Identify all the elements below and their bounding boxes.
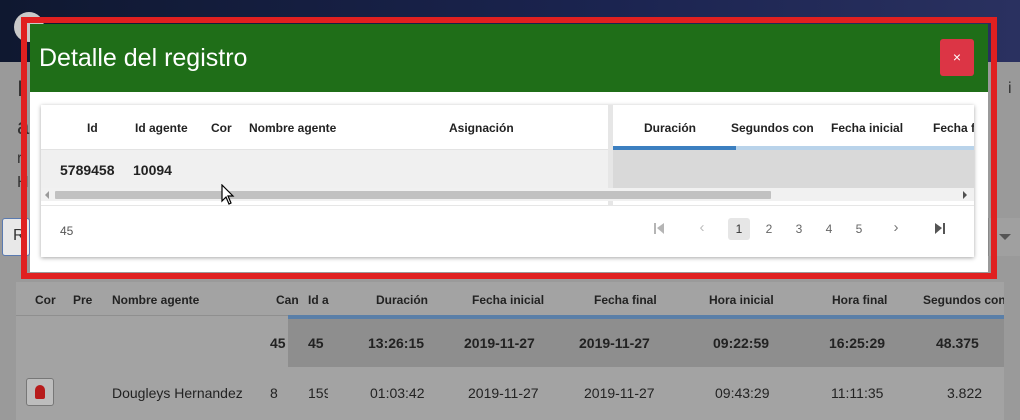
modal-title: Detalle del registro	[39, 44, 248, 72]
column-header-segundos[interactable]: Segundos cone	[731, 121, 813, 135]
column-header-fecha-inicial[interactable]: Fecha inicial	[831, 121, 911, 135]
detail-grid: Id Id agente Cor Nombre agente Asignació…	[41, 105, 974, 257]
dropdown-toggle[interactable]	[988, 218, 1020, 256]
page-button-5[interactable]: 5	[848, 218, 870, 240]
column-header[interactable]: Pre	[73, 293, 95, 307]
scrollbar-thumb[interactable]	[55, 191, 771, 199]
first-page-icon[interactable]	[654, 223, 656, 234]
table-cell: 09:43:29	[715, 385, 770, 401]
totals-cell: 48.375	[936, 335, 979, 351]
column-header-nombre-agente[interactable]: Nombre agente	[249, 121, 349, 135]
table-cell: 8	[270, 385, 278, 401]
cell-id: 5789458	[60, 162, 115, 178]
column-header-id[interactable]: Id	[87, 121, 107, 135]
totals-cell: 45	[270, 335, 286, 351]
bg-text-fragment: r	[17, 150, 23, 167]
pagination: 45 ‹ 1 2 3 4 5 ›	[41, 205, 974, 257]
agent-name-cell: Dougleys Hernandez	[112, 385, 243, 401]
modal-body: Id Id agente Cor Nombre agente Asignació…	[30, 92, 988, 272]
scroll-left-icon[interactable]	[45, 191, 49, 199]
table-cell: 2019-11-27	[584, 385, 655, 401]
modal-header: Detalle del registro ×	[30, 24, 988, 92]
totals-cell: 2019-11-27	[579, 335, 650, 351]
column-header[interactable]: Nombre agente	[112, 293, 232, 307]
column-header-asignacion[interactable]: Asignación	[449, 121, 519, 135]
bg-text-fragment: I	[17, 76, 24, 101]
column-header[interactable]: Segundos con	[923, 293, 1004, 307]
column-header-id-agente[interactable]: Id agente	[135, 121, 195, 135]
totals-cell: 2019-11-27	[464, 335, 535, 351]
record-count: 45	[60, 224, 74, 238]
table-cell: 01:03:42	[370, 385, 425, 401]
first-page-icon[interactable]	[657, 223, 664, 234]
column-header[interactable]: Can	[276, 293, 298, 307]
table-cell: 159	[308, 385, 328, 401]
prev-page-icon[interactable]: ‹	[692, 217, 712, 239]
horizontal-scrollbar[interactable]	[41, 188, 974, 201]
last-page-icon[interactable]	[935, 223, 942, 234]
column-header[interactable]: Fecha inicial	[472, 293, 562, 307]
column-header[interactable]: Duración	[376, 293, 446, 307]
agent-avatar-button[interactable]	[26, 378, 54, 406]
scroll-right-icon[interactable]	[963, 191, 967, 199]
records-table: Cor Pre Nombre agente Can Id a Duración …	[16, 282, 1004, 420]
bg-text-fragment: H	[17, 174, 29, 191]
bg-text-fragment: i	[1008, 80, 1012, 97]
table-cell: 11:11:35	[831, 385, 884, 401]
last-page-icon[interactable]	[943, 223, 945, 234]
mouse-cursor-icon	[221, 184, 235, 205]
page-button-2[interactable]: 2	[758, 218, 780, 240]
column-header[interactable]: Hora final	[832, 293, 912, 307]
column-header-cor[interactable]: Cor	[211, 121, 233, 135]
close-button[interactable]: ×	[940, 39, 974, 76]
bg-text-fragment: a	[17, 114, 30, 139]
report-select-value: R	[13, 227, 25, 244]
column-header[interactable]: Fecha final	[594, 293, 674, 307]
table-row-scroll-area[interactable]	[613, 150, 974, 190]
column-header[interactable]: Id a	[308, 293, 330, 307]
table-row[interactable]	[41, 150, 608, 190]
totals-cell: 45	[308, 335, 324, 351]
page-button-1[interactable]: 1	[728, 218, 750, 240]
page-button-3[interactable]: 3	[788, 218, 810, 240]
page-button-4[interactable]: 4	[818, 218, 840, 240]
totals-cell: 16:25:29	[829, 335, 886, 351]
totals-cell: 09:22:59	[713, 335, 770, 351]
next-page-icon[interactable]: ›	[886, 217, 906, 239]
column-header-duracion[interactable]: Duración	[644, 121, 704, 135]
column-header[interactable]: Cor	[35, 293, 57, 307]
totals-cell: 13:26:15	[368, 335, 425, 351]
report-select[interactable]: R	[2, 218, 30, 256]
record-detail-modal: Detalle del registro × Id Id agente Cor …	[30, 24, 988, 272]
table-cell: 3.822	[947, 385, 983, 401]
table-cell: 2019-11-27	[468, 385, 539, 401]
cell-id-agente: 10094	[133, 162, 172, 178]
column-header-fecha-final[interactable]: Fecha f	[933, 121, 974, 135]
column-header[interactable]: Hora inicial	[709, 293, 789, 307]
